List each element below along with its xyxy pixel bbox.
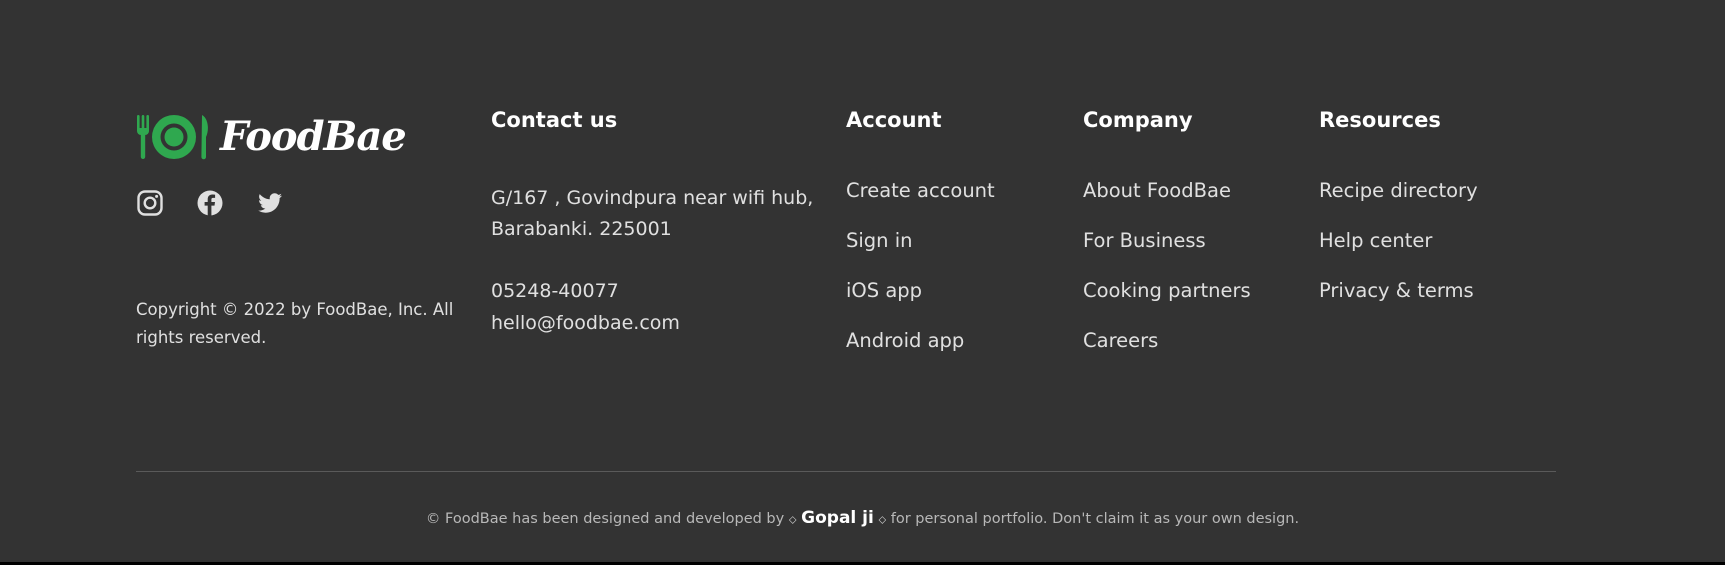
account-links: Create account Sign in iOS app Android a… — [846, 176, 995, 376]
credit-prefix: © FoodBae has been designed and develope… — [425, 511, 785, 527]
company-links: About FoodBae For Business Cooking partn… — [1083, 176, 1251, 376]
contact-address: G/167 , Govindpura near wifi hub, Baraba… — [491, 187, 814, 240]
diamond-separator-icon: ⬦ — [878, 513, 887, 526]
facebook-icon[interactable] — [196, 189, 224, 217]
diamond-separator-icon: ⬦ — [788, 513, 797, 526]
link-ios-app[interactable]: iOS app — [846, 276, 995, 326]
credit-suffix: for personal portfolio. Don't claim it a… — [890, 511, 1300, 527]
link-sign-in[interactable]: Sign in — [846, 226, 995, 276]
social-links — [136, 189, 284, 217]
brand-name: FoodBae — [220, 113, 407, 160]
contact-title: Contact us — [491, 108, 618, 132]
company-title: Company — [1083, 108, 1193, 132]
link-cooking-partners[interactable]: Cooking partners — [1083, 276, 1251, 326]
resources-links: Recipe directory Help center Privacy & t… — [1319, 176, 1478, 326]
resources-title: Resources — [1319, 108, 1441, 132]
twitter-icon[interactable] — [256, 189, 284, 217]
link-for-business[interactable]: For Business — [1083, 226, 1251, 276]
credit-author[interactable]: Gopal ji — [801, 508, 874, 528]
credit-line: © FoodBae has been designed and develope… — [0, 505, 1725, 533]
account-title: Account — [846, 108, 942, 132]
plate-with-fork-and-knife-icon — [137, 115, 208, 160]
contact-phone[interactable]: 05248-40077 — [491, 276, 619, 307]
link-help-center[interactable]: Help center — [1319, 226, 1478, 276]
footer-divider — [136, 471, 1556, 472]
instagram-icon[interactable] — [136, 189, 164, 217]
link-create-account[interactable]: Create account — [846, 176, 995, 226]
link-recipe-directory[interactable]: Recipe directory — [1319, 176, 1478, 226]
copyright-text: Copyright © 2022 by FoodBae, Inc. All ri… — [136, 300, 454, 347]
link-about[interactable]: About FoodBae — [1083, 176, 1251, 226]
link-privacy-terms[interactable]: Privacy & terms — [1319, 276, 1478, 326]
site-footer: FoodBae Copyright © 2022 by FoodBae, Inc… — [0, 0, 1725, 562]
brand-logo[interactable]: FoodBae — [136, 112, 407, 162]
contact-email[interactable]: hello@foodbae.com — [491, 308, 680, 339]
link-android-app[interactable]: Android app — [846, 326, 995, 376]
link-careers[interactable]: Careers — [1083, 326, 1251, 376]
